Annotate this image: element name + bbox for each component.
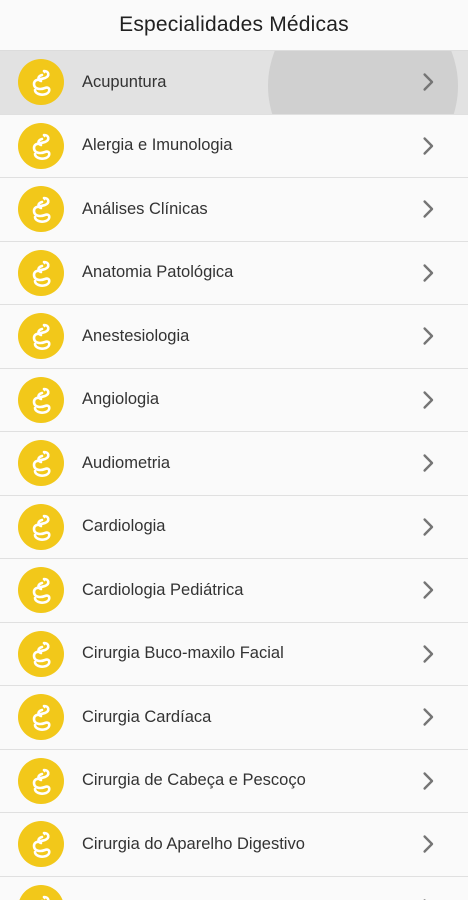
list-item-label: Anestesiologia [82, 326, 190, 345]
list-item-label: Anatomia Patológica [82, 263, 234, 282]
chevron-right-icon [416, 388, 440, 412]
list-item[interactable]: Cirurgia do Aparelho Digestivo [0, 813, 468, 877]
chevron-right-icon [416, 578, 440, 602]
specialty-list: Acupuntura Alergia e Imunologia Análises C… [0, 50, 468, 900]
chevron-right-icon [416, 896, 440, 900]
list-item[interactable] [0, 877, 468, 900]
list-item-label: Cirurgia Cardíaca [82, 707, 212, 726]
list-item[interactable]: Cirurgia Buco-maxilo Facial [0, 623, 468, 686]
list-item-label: Cardiologia Pediátrica [82, 580, 244, 599]
list-item[interactable]: Anatomia Patológica [0, 242, 468, 305]
chevron-right-icon [416, 705, 440, 729]
snake-logo-icon [18, 249, 64, 296]
page-title: Especialidades Médicas [119, 13, 349, 36]
chevron-right-icon [416, 832, 440, 856]
app-screen: Especialidades Médicas Acupuntura Alergia… [0, 0, 468, 900]
list-item[interactable]: Cardiologia [0, 496, 468, 559]
list-item[interactable]: Cirurgia de Cabeça e Pescoço [0, 750, 468, 813]
snake-logo-icon [18, 503, 64, 550]
chevron-right-icon [416, 324, 440, 348]
snake-logo-icon [18, 440, 64, 487]
list-item[interactable]: Angiologia [0, 369, 468, 432]
list-item[interactable]: Anestesiologia [0, 305, 468, 369]
chevron-right-icon [416, 261, 440, 285]
chevron-right-icon [416, 70, 440, 94]
snake-logo-icon [18, 694, 64, 741]
snake-logo-icon [18, 757, 64, 804]
app-bar: Especialidades Médicas [0, 0, 468, 50]
list-item[interactable]: Análises Clínicas [0, 178, 468, 242]
list-item-label: Angiologia [82, 390, 160, 409]
snake-logo-icon [18, 186, 64, 233]
list-item-label: Cirurgia Buco-maxilo Facial [82, 644, 284, 663]
list-item-label: Cirurgia de Cabeça e Pescoço [82, 771, 306, 790]
chevron-right-icon [416, 515, 440, 539]
list-item-label: Cardiologia [82, 517, 166, 536]
list-item-label: Audiometria [82, 453, 171, 472]
snake-logo-icon [18, 567, 64, 614]
list-item[interactable]: Alergia e Imunologia [0, 115, 468, 178]
snake-logo-icon [18, 122, 64, 169]
snake-logo-icon [18, 630, 64, 677]
list-item[interactable]: Acupuntura [0, 51, 468, 115]
chevron-right-icon [416, 769, 440, 793]
chevron-right-icon [416, 642, 440, 666]
snake-logo-icon [18, 313, 64, 360]
list-item[interactable]: Cirurgia Cardíaca [0, 686, 468, 750]
list-item-label: Alergia e Imunologia [82, 136, 233, 155]
chevron-right-icon [416, 197, 440, 221]
snake-logo-icon [18, 884, 64, 900]
list-item[interactable]: Audiometria [0, 432, 468, 496]
snake-logo-icon [18, 821, 64, 868]
snake-logo-icon [18, 376, 64, 423]
chevron-right-icon [416, 134, 440, 158]
list-item-label: Análises Clínicas [82, 199, 208, 218]
chevron-right-icon [416, 451, 440, 475]
snake-logo-icon [18, 59, 64, 106]
list-item-label: Acupuntura [82, 72, 167, 91]
list-item[interactable]: Cardiologia Pediátrica [0, 559, 468, 623]
list-item-label: Cirurgia do Aparelho Digestivo [82, 834, 305, 853]
